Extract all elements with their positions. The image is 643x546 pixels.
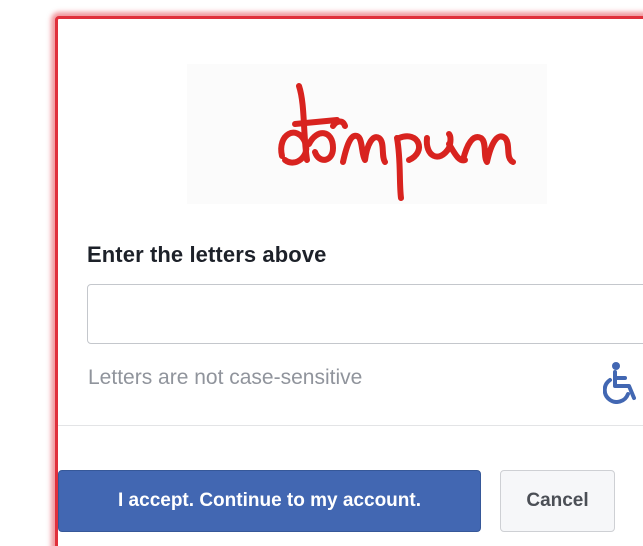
wheelchair-icon[interactable] [603,360,643,404]
captcha-image [187,64,547,204]
cancel-button[interactable]: Cancel [500,470,615,532]
case-hint-text: Letters are not case-sensitive [88,366,363,389]
accept-continue-button[interactable]: I accept. Continue to my account. [58,470,481,532]
captcha-prompt-label: Enter the letters above [87,242,327,267]
captcha-input[interactable] [87,284,643,344]
divider [58,425,643,426]
screen: Enter the letters above Letters are not … [0,0,643,546]
